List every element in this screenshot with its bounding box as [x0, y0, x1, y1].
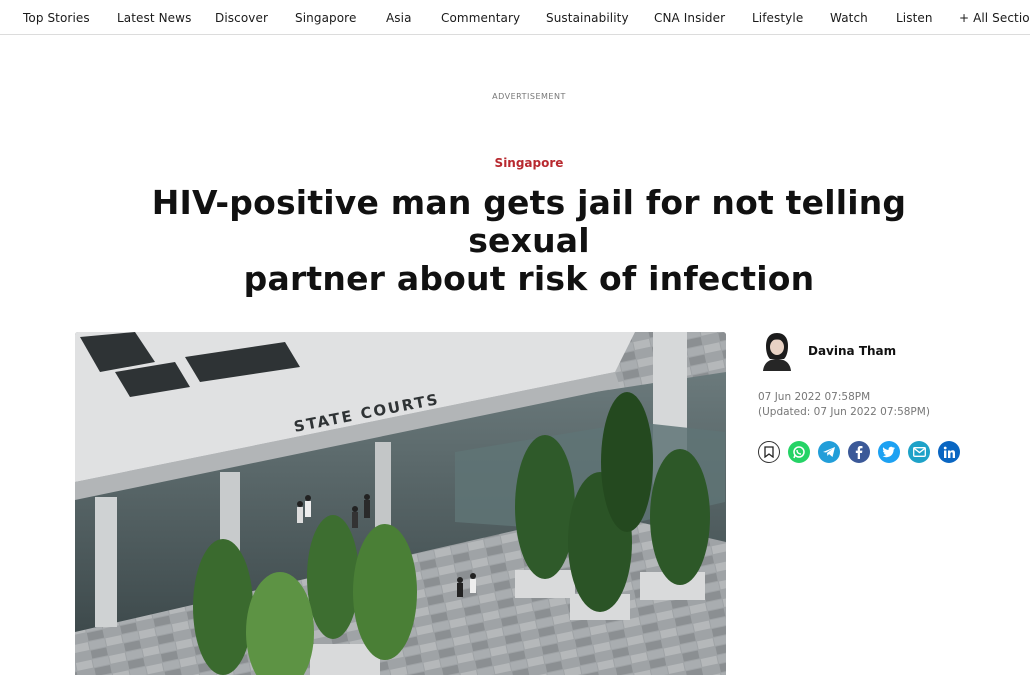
whatsapp-icon	[792, 445, 806, 459]
telegram-icon	[822, 445, 836, 459]
nav-top-stories[interactable]: Top Stories	[23, 11, 90, 25]
share-facebook-button[interactable]	[848, 441, 870, 463]
headline-line-2: partner about risk of infection	[243, 259, 815, 298]
author-name[interactable]: Davina Tham	[808, 344, 896, 358]
share-twitter-button[interactable]	[878, 441, 900, 463]
nav-commentary[interactable]: Commentary	[441, 11, 520, 25]
nav-cna-insider[interactable]: CNA Insider	[654, 11, 725, 25]
nav-discover[interactable]: Discover	[215, 11, 268, 25]
nav-asia[interactable]: Asia	[386, 11, 412, 25]
top-navigation: Top Stories Latest News Discover Singapo…	[0, 0, 1030, 35]
bookmark-icon	[764, 446, 774, 458]
share-linkedin-button[interactable]	[938, 441, 960, 463]
facebook-icon	[853, 445, 865, 459]
nav-sustainability[interactable]: Sustainability	[546, 11, 629, 25]
nav-latest-news[interactable]: Latest News	[117, 11, 191, 25]
article-headline: HIV-positive man gets jail for not telli…	[100, 184, 958, 298]
linkedin-icon	[943, 446, 956, 459]
nav-singapore[interactable]: Singapore	[295, 11, 356, 25]
email-icon	[912, 447, 926, 457]
updated-date: (Updated: 07 Jun 2022 07:58PM)	[758, 406, 930, 418]
share-telegram-button[interactable]	[818, 441, 840, 463]
twitter-icon	[882, 446, 896, 458]
published-date: 07 Jun 2022 07:58PM	[758, 391, 871, 403]
bookmark-button[interactable]	[758, 441, 780, 463]
headline-line-1: HIV-positive man gets jail for not telli…	[151, 183, 907, 260]
nav-lifestyle[interactable]: Lifestyle	[752, 11, 803, 25]
nav-watch[interactable]: Watch	[830, 11, 868, 25]
hero-image[interactable]: STATE COURTS	[75, 332, 726, 675]
advertisement-label: ADVERTISEMENT	[492, 92, 566, 101]
share-email-button[interactable]	[908, 441, 930, 463]
author-avatar[interactable]	[758, 331, 796, 371]
article-category[interactable]: Singapore	[0, 156, 1030, 170]
nav-listen[interactable]: Listen	[896, 11, 933, 25]
share-whatsapp-button[interactable]	[788, 441, 810, 463]
nav-all-sections[interactable]: + All Sections	[959, 11, 1030, 25]
